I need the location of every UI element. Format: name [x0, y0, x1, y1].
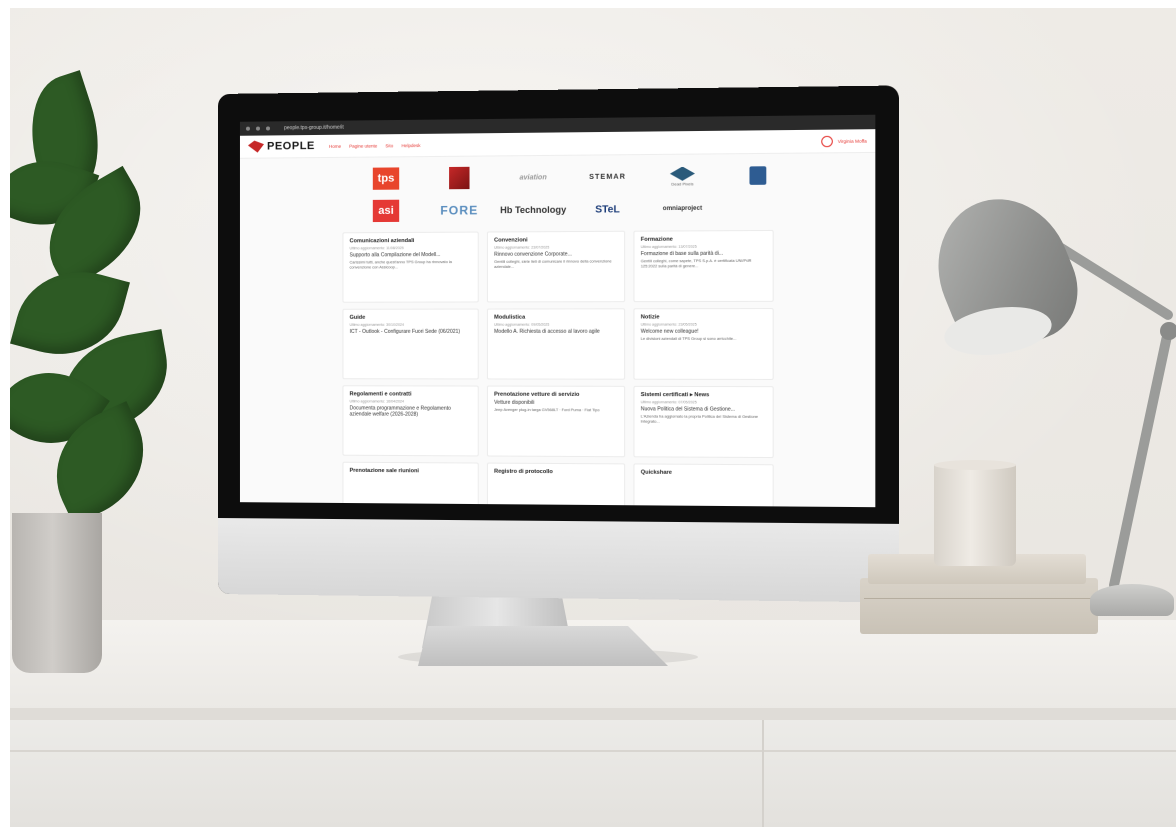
- logo-tps-text: tps: [372, 167, 400, 190]
- lamp-base: [1090, 584, 1174, 616]
- logo-stemar[interactable]: STEMAR: [571, 161, 644, 192]
- logo-fore[interactable]: FORE: [424, 195, 496, 226]
- user-area: Virginia Moffa: [820, 135, 867, 147]
- card-meta: Ultimo aggiornamento: 23/07/2025: [494, 245, 550, 250]
- logo-dead-pixels[interactable]: Dead Pixels: [646, 161, 719, 192]
- card-prenotazione-sale[interactable]: Prenotazione sale riunioni: [342, 461, 479, 508]
- logo-asi[interactable]: asi: [351, 196, 422, 227]
- reload-icon[interactable]: [265, 126, 271, 131]
- monitor: people.tps-group.it/home/it PEOPLE Home …: [218, 85, 899, 603]
- card-quickshare[interactable]: Quickshare: [633, 463, 774, 508]
- card-title: Formazione: [640, 236, 673, 243]
- card-sistemi-certificati[interactable]: Sistemi certificati ▸ News Ultimo aggior…: [633, 385, 774, 459]
- card-notizie[interactable]: Notizie Ultimo aggiornamento: 23/05/2025…: [633, 308, 774, 380]
- card-headline[interactable]: ICT - Outlook - Configurare Fuori Sede (…: [350, 329, 472, 335]
- card-body: Jeep Avenger plug-in targa GV568LT · For…: [494, 407, 600, 413]
- card-guide[interactable]: Guide Ultimo aggiornamento: 30/10/2024 I…: [342, 308, 479, 380]
- forward-icon[interactable]: [255, 126, 260, 131]
- user-name[interactable]: Virginia Moffa: [838, 138, 867, 143]
- card-regolamenti[interactable]: Regolamenti e contratti Ultimo aggiornam…: [342, 385, 479, 457]
- card-convenzioni[interactable]: Convenzioni Ultimo aggiornamento: 23/07/…: [486, 230, 626, 303]
- cabinet-split: [762, 720, 764, 827]
- card-formazione[interactable]: Formazione Ultimo aggiornamento: 13/07/2…: [633, 229, 774, 303]
- avatar[interactable]: [820, 135, 833, 147]
- cup-rim: [934, 460, 1016, 470]
- red-mark-icon: [449, 166, 470, 190]
- card-title: Guide: [349, 314, 366, 321]
- card-modulistica[interactable]: Modulistica Ultimo aggiornamento: 09/05/…: [486, 308, 626, 380]
- logo-tps[interactable]: tps: [351, 163, 422, 194]
- card-headline[interactable]: Modello A. Richiesta di accesso al lavor…: [494, 329, 618, 335]
- monitor-chin: [218, 518, 899, 603]
- card-title: Regolamenti e contratti: [349, 391, 412, 398]
- card-headline[interactable]: Nuova Politica del Sistema di Gestione..…: [641, 406, 767, 413]
- card-title: Modulistica: [494, 314, 526, 321]
- card-meta: Ultimo aggiornamento: 09/05/2025: [494, 322, 550, 327]
- logo-asi-text: asi: [372, 199, 400, 223]
- screen: people.tps-group.it/home/it PEOPLE Home …: [239, 114, 876, 508]
- card-registro-protocollo[interactable]: Registro di protocollo: [486, 462, 626, 508]
- content-cards: Comunicazioni aziendali Ultimo aggiornam…: [240, 223, 875, 508]
- card-title: Quickshare: [640, 469, 672, 476]
- card-headline[interactable]: Welcome new colleague!: [641, 329, 767, 335]
- nav-sito[interactable]: Sito: [385, 143, 393, 148]
- card-title: Sistemi certificati ▸ News: [640, 391, 710, 399]
- card-title: Convenzioni: [494, 237, 528, 244]
- lamp-joint: [1160, 322, 1176, 340]
- card-headline[interactable]: Rinnovo convenzione Corporate...: [494, 251, 618, 257]
- photo-scene: people.tps-group.it/home/it PEOPLE Home …: [10, 8, 1176, 827]
- cube-icon: [749, 166, 767, 185]
- back-icon[interactable]: [245, 126, 250, 131]
- card-headline[interactable]: Formazione di base sulla parità di...: [641, 251, 767, 258]
- logo-stel[interactable]: STeL: [571, 194, 644, 225]
- card-comunicazioni[interactable]: Comunicazioni aziendali Ultimo aggiornam…: [342, 231, 479, 303]
- card-prenotazione-vetture[interactable]: Prenotazione vetture di servizio Vetture…: [486, 385, 626, 458]
- card-meta: Ultimo aggiornamento: 30/10/2024: [349, 322, 404, 327]
- book-bottom: [860, 578, 1098, 634]
- ceramic-cup: [934, 464, 1016, 566]
- card-body: Gentili colleghi, siete lieti di comunic…: [494, 259, 612, 270]
- nav-pagine-utente[interactable]: Pagine utente: [349, 143, 377, 148]
- counter-front: [10, 720, 1176, 827]
- card-headline[interactable]: Vetture disponibili: [494, 400, 618, 406]
- nav-helpdesk[interactable]: Helpdesk: [401, 142, 420, 147]
- brand-logo[interactable]: PEOPLE: [248, 140, 315, 153]
- nav-home[interactable]: Home: [329, 143, 341, 148]
- card-meta: Ultimo aggiornamento: 23/05/2025: [640, 322, 697, 327]
- plant-pot: [12, 513, 102, 673]
- logo-caption: Dead Pixels: [671, 180, 694, 187]
- card-title: Notizie: [640, 314, 660, 321]
- card-body: Carissimi tutti, anche quest'anno TPS Gr…: [349, 260, 452, 270]
- logo-cube[interactable]: [721, 160, 795, 191]
- brand-text: PEOPLE: [267, 140, 315, 153]
- logo-aviation[interactable]: aviation: [497, 162, 569, 193]
- card-title: Comunicazioni aziendali: [349, 237, 415, 245]
- card-body: L'Azienda ha aggiornato la propria Polit…: [640, 414, 759, 424]
- dead-pixels-icon: [670, 166, 695, 181]
- card-title: Prenotazione sale riunioni: [349, 467, 419, 475]
- card-title: Prenotazione vetture di servizio: [494, 391, 580, 398]
- book-page-edge: [864, 598, 1094, 599]
- address-bar[interactable]: people.tps-group.it/home/it: [284, 125, 344, 132]
- company-logos: tps aviation STEMAR Dead Pixels asi FORE…: [240, 153, 875, 227]
- card-meta: Ultimo aggiornamento: 07/05/2025: [640, 400, 697, 405]
- main-nav: Home Pagine utente Sito Helpdesk: [329, 142, 421, 148]
- card-meta: Ultimo aggiornamento: 13/07/2025: [640, 244, 697, 250]
- counter-gap: [10, 750, 1176, 752]
- card-body: Le divisioni aziendali di TPS Group si s…: [640, 336, 737, 341]
- counter-edge: [10, 708, 1176, 720]
- card-meta: Ultimo aggiornamento: 11/08/2025: [349, 246, 404, 251]
- card-headline[interactable]: Supporto alla Compilazione del Modell...: [350, 252, 472, 258]
- card-meta: Ultimo aggiornamento: 16/04/2024: [349, 399, 404, 404]
- card-body: Gentili colleghi, come sapete, TPS S.p.A…: [640, 258, 752, 269]
- card-headline[interactable]: Documenta programmazione e Regolamento a…: [350, 405, 472, 418]
- brand-mark-icon: [248, 141, 264, 153]
- logo-omnia[interactable]: omniaproject: [646, 193, 719, 224]
- card-title: Registro di protocollo: [494, 468, 553, 476]
- monitor-stand-base: [418, 626, 668, 666]
- logo-red-mark[interactable]: [424, 163, 496, 194]
- logo-hb[interactable]: Hb Technology: [497, 194, 569, 225]
